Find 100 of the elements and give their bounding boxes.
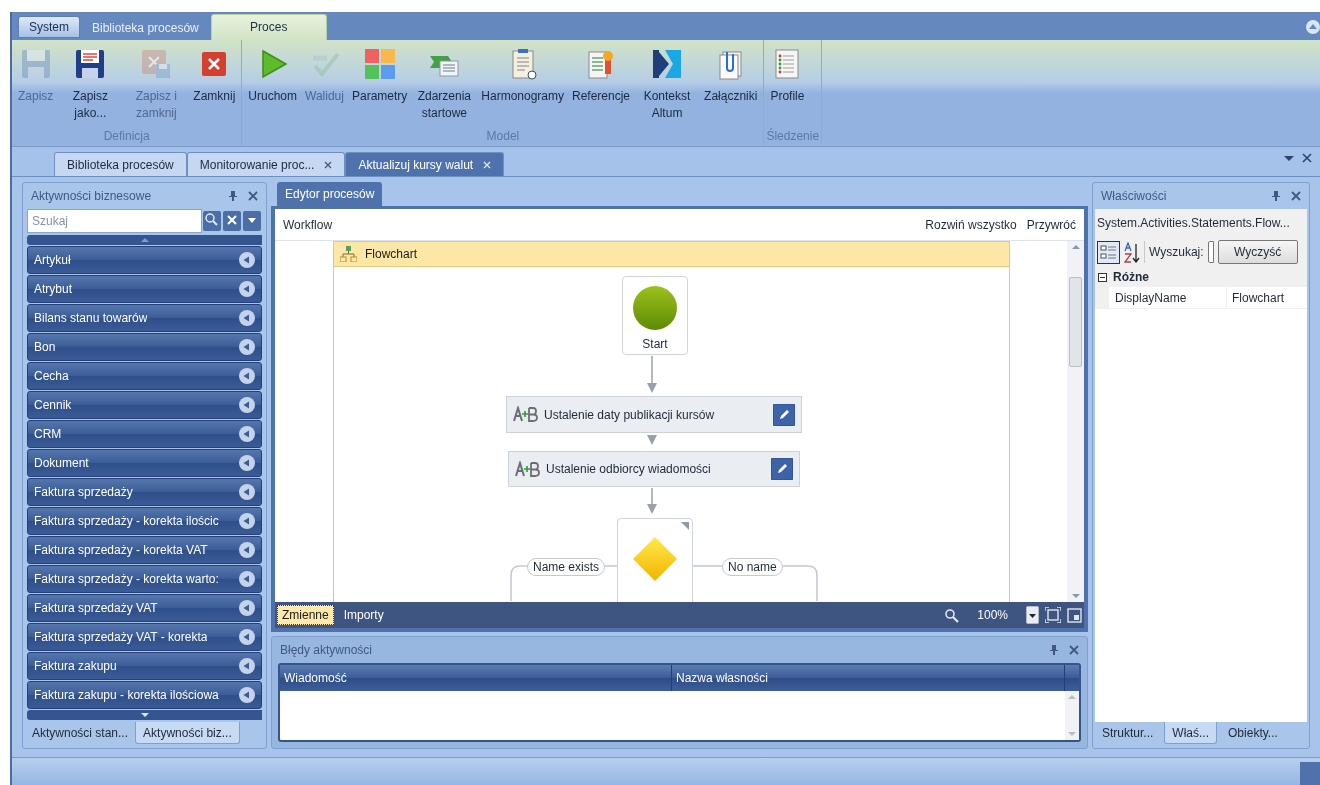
activity-category[interactable]: Faktura sprzedaży - korekta VAT [27, 536, 262, 565]
node-label: Ustalenie odbiorcy wiadomości [546, 461, 712, 479]
dropdown-icon[interactable] [243, 211, 261, 232]
activity-category[interactable]: Faktura sprzedaży - korekta warto: [27, 565, 262, 594]
activity-node[interactable]: Ustalenie odbiorcy wiadomości [508, 451, 800, 488]
toolbar-link[interactable]: Rozwiń wszystko [925, 215, 1017, 234]
toolbar-link[interactable]: Przywróć [1026, 215, 1076, 234]
panel-tab[interactable]: Aktywności stan... [25, 722, 136, 745]
zoom-level: 100% [977, 607, 1008, 625]
editor-bottom-tab[interactable]: Importy [339, 605, 388, 626]
ribbon-button[interactable]: Parametry [347, 43, 412, 105]
decision-node[interactable] [617, 518, 693, 603]
collapse-ribbon-icon[interactable] [1306, 20, 1320, 34]
expand-icon[interactable] [238, 599, 256, 618]
expand-icon[interactable] [238, 280, 256, 299]
edit-icon[interactable] [771, 458, 793, 481]
panel-tab[interactable]: Obiekty... [1221, 722, 1285, 745]
activity-category[interactable]: Atrybut [27, 275, 262, 304]
panel-tab[interactable]: Struktur... [1095, 722, 1161, 745]
ribbon-button[interactable]: Referencje [568, 43, 635, 105]
expand-icon[interactable] [238, 425, 256, 444]
ribbon-button[interactable]: Zapisz jako... [57, 43, 124, 122]
property-value[interactable]: Flowchart [1227, 287, 1307, 309]
document-tab[interactable]: Biblioteka procesów [54, 152, 187, 177]
close-icon[interactable] [1302, 153, 1312, 164]
ribbon-button[interactable]: Zdarzenia startowe [411, 43, 478, 122]
close-icon[interactable] [1069, 645, 1079, 656]
expand-icon[interactable] [238, 309, 256, 328]
close-icon[interactable] [248, 191, 258, 202]
search-field[interactable] [1207, 241, 1214, 264]
document-tab[interactable]: Monitorowanie proc... [186, 152, 346, 177]
activity-category[interactable]: Bon [27, 333, 262, 362]
panel-tab[interactable]: Właś... [1164, 722, 1218, 745]
expand-icon[interactable] [238, 251, 256, 270]
pin-icon[interactable] [1271, 190, 1281, 203]
sort-alphabetical-icon[interactable] [1124, 241, 1140, 263]
categorized-view-icon[interactable] [1097, 240, 1120, 264]
expand-icon[interactable] [238, 512, 256, 531]
zoom-icon[interactable] [944, 607, 960, 623]
zoom-dropdown-icon[interactable] [1026, 606, 1039, 625]
clear-button[interactable]: Wyczyść [1217, 240, 1298, 265]
scroll-up-icon[interactable] [27, 235, 262, 246]
scroll-thumb[interactable] [1069, 277, 1082, 368]
overview-icon[interactable] [1067, 607, 1082, 623]
pin-icon[interactable] [228, 190, 238, 203]
expand-icon[interactable] [238, 657, 256, 676]
start-circle-icon [633, 286, 677, 331]
breadcrumb-link[interactable]: Workflow [283, 215, 333, 234]
activity-category[interactable]: Artykuł [27, 246, 262, 275]
expand-icon[interactable] [238, 367, 256, 386]
edit-icon[interactable] [773, 403, 795, 426]
document-tab[interactable]: Aktualizuj kursy walut [345, 152, 505, 177]
close-icon[interactable] [324, 160, 333, 169]
ribbon-button[interactable]: Zamknij [189, 43, 240, 105]
activity-node[interactable]: Ustalenie daty publikacji kursów [506, 396, 802, 434]
ribbon-button[interactable]: Harmonogramy [477, 43, 568, 105]
close-icon[interactable] [1291, 191, 1301, 202]
activity-category[interactable]: Cecha [27, 362, 262, 391]
activity-category[interactable]: Faktura sprzedaży VAT - korekta [27, 623, 262, 652]
panel-title: Właściwości [1101, 188, 1167, 206]
activity-category[interactable]: Cennik [27, 391, 262, 420]
pin-icon[interactable] [1049, 644, 1059, 657]
ribbon-button[interactable]: Uruchom [244, 43, 302, 105]
activity-category[interactable]: Dokument [27, 449, 262, 478]
activity-category[interactable]: Faktura sprzedaży VAT [27, 594, 262, 623]
clear-icon[interactable] [223, 211, 241, 232]
fit-to-screen-icon[interactable] [1045, 607, 1061, 624]
search-label: Wyszukaj: [1149, 244, 1204, 262]
collapse-toggle[interactable] [1098, 272, 1107, 282]
ribbon-button[interactable]: Załączniki [700, 43, 762, 105]
column-header[interactable]: Nazwa własności [672, 665, 1065, 692]
expand-icon[interactable] [238, 541, 256, 560]
activity-category[interactable]: Faktura zakupu - korekta ilościowa [27, 681, 262, 710]
expand-icon[interactable] [238, 686, 256, 705]
search-icon[interactable] [203, 211, 221, 232]
ribbon-button[interactable]: Kontekst Altum [634, 43, 701, 122]
activity-category[interactable]: Faktura zakupu [27, 652, 262, 681]
editor-tab[interactable]: Edytor procesów [277, 182, 383, 207]
expand-icon[interactable] [238, 338, 256, 357]
expand-icon[interactable] [238, 628, 256, 647]
group-label: Śledzenie [766, 127, 820, 146]
expand-icon[interactable] [238, 483, 256, 502]
activity-category[interactable]: Faktura sprzedaży [27, 478, 262, 507]
start-node[interactable]: Start [622, 276, 688, 356]
system-menu-button[interactable]: System [18, 15, 80, 38]
dropdown-icon[interactable] [1284, 153, 1294, 164]
column-header[interactable]: Wiadomość [280, 665, 672, 692]
expand-icon[interactable] [238, 396, 256, 415]
activity-category[interactable]: Faktura sprzedaży - korekta ilościc [27, 507, 262, 536]
panel-tab[interactable]: Aktywności biz... [135, 722, 240, 745]
activity-category[interactable]: CRM [27, 420, 262, 449]
expand-icon[interactable] [238, 454, 256, 473]
search-field[interactable]: Szukaj [27, 209, 202, 234]
scroll-down-icon[interactable] [27, 710, 262, 721]
expand-icon[interactable] [238, 570, 256, 589]
activity-category[interactable]: Bilans stanu towarów [27, 304, 262, 333]
ribbon-button[interactable]: Profile [766, 43, 809, 105]
editor-bottom-tab[interactable]: Zmienne [277, 605, 334, 626]
vertical-scrollbar[interactable] [1067, 241, 1084, 603]
ribbon-tab[interactable]: Proces [210, 13, 327, 40]
